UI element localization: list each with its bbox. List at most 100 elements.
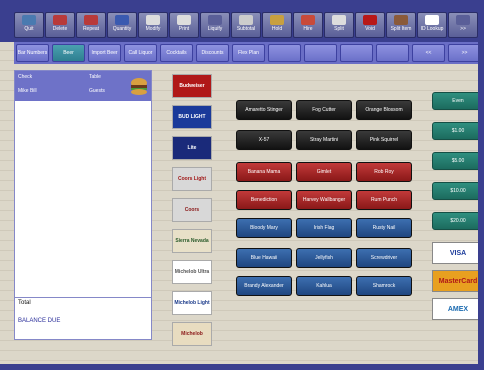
liquify-icon — [208, 15, 222, 25]
card-button[interactable]: VISA — [432, 242, 484, 264]
void-icon — [363, 15, 377, 25]
category-tab[interactable]: Call Liquor — [124, 44, 157, 62]
toolbar-button[interactable]: Modify — [138, 12, 168, 38]
delete-icon — [53, 15, 67, 25]
repeat-icon — [84, 15, 98, 25]
card-button[interactable]: MasterCard — [432, 270, 484, 292]
beer-button[interactable]: Coors — [172, 198, 212, 222]
payment-button[interactable]: $10.00 — [432, 182, 484, 200]
drink-button[interactable]: Fog Cutter — [296, 100, 352, 120]
drink-button[interactable]: Rum Punch — [356, 190, 412, 210]
drink-button[interactable]: Rob Roy — [356, 162, 412, 182]
balance-due-label: BALANCE DUE — [18, 318, 61, 324]
toolbar-button[interactable]: Split Item — [386, 12, 416, 38]
toolbar-button[interactable]: Delete — [45, 12, 75, 38]
category-tab[interactable] — [304, 44, 337, 62]
drink-button[interactable]: Jellyfish — [296, 248, 352, 268]
guests-label: Guests — [89, 88, 105, 94]
card-button[interactable]: AMEX — [432, 298, 484, 320]
category-bar: Bar Numbers Beer Import Beer Call Liquor Coc… — [14, 42, 484, 64]
beer-button[interactable]: Coors Light — [172, 167, 212, 191]
toolbar-button-label: Subtotal — [236, 26, 256, 32]
toolbar-button-label: Quit — [24, 26, 34, 32]
--icon — [456, 15, 470, 25]
split-item-icon — [394, 15, 408, 25]
toolbar-button-label: Repeat — [82, 26, 100, 32]
category-tab[interactable] — [340, 44, 373, 62]
beer-button[interactable]: Sierra Nevada — [172, 229, 212, 253]
drink-button[interactable]: X-57 — [236, 130, 292, 150]
modify-icon — [146, 15, 160, 25]
drink-button[interactable]: Harvey Wallbanger — [296, 190, 352, 210]
beer-button[interactable]: Michelob — [172, 322, 212, 346]
screen-border-right — [478, 0, 484, 370]
category-tab[interactable] — [376, 44, 409, 62]
hire-icon — [301, 15, 315, 25]
drink-button[interactable]: Blue Hawaii — [236, 248, 292, 268]
print-icon — [177, 15, 191, 25]
category-tab[interactable]: Beer — [52, 44, 85, 62]
drink-button[interactable]: Amaretto Stinger — [236, 100, 292, 120]
toolbar-button[interactable]: Repeat — [76, 12, 106, 38]
quantity-icon — [115, 15, 129, 25]
toolbar-button[interactable]: Void — [355, 12, 385, 38]
quit-icon — [22, 15, 36, 25]
category-tab[interactable]: >> — [448, 44, 481, 62]
category-tab[interactable]: Flex Plan — [232, 44, 265, 62]
beer-button[interactable]: Budweiser — [172, 74, 212, 98]
toolbar-button[interactable]: Hold — [262, 12, 292, 38]
toolbar-button[interactable]: >> — [448, 12, 478, 38]
category-tab[interactable]: Cocktails — [160, 44, 193, 62]
totals-area: Total BALANCE DUE — [15, 297, 151, 339]
category-tab[interactable]: << — [412, 44, 445, 62]
toolbar-button[interactable]: Subtotal — [231, 12, 261, 38]
toolbar-button[interactable]: Quit — [14, 12, 44, 38]
toolbar-button[interactable]: ID Lookup — [417, 12, 447, 38]
toolbar-button-label: >> — [460, 26, 466, 32]
drink-button[interactable]: Irish Flag — [296, 218, 352, 238]
drink-button[interactable]: Benediction — [236, 190, 292, 210]
hold-icon — [270, 15, 284, 25]
toolbar-button-label: Hold — [271, 26, 283, 32]
toolbar-button-label: Quantity — [112, 26, 132, 32]
category-tab[interactable] — [268, 44, 301, 62]
toolbar-button[interactable]: Quantity — [107, 12, 137, 38]
screen-border-bottom — [0, 364, 484, 370]
beer-button[interactable]: Michelob Ultra — [172, 260, 212, 284]
toolbar-button[interactable]: Liquify — [200, 12, 230, 38]
toolbar-button-label: Void — [365, 26, 375, 32]
drink-button[interactable]: Bloody Mary — [236, 218, 292, 238]
pos-screen: Quit Delete Repeat Quantity Modify Print Liqui… — [0, 0, 484, 370]
payment-button[interactable]: Even — [432, 92, 484, 110]
drink-button[interactable]: Brandy Alexander — [236, 276, 292, 296]
payment-button[interactable]: $1.00 — [432, 122, 484, 140]
drink-button[interactable]: Shamrock — [356, 276, 412, 296]
category-tab[interactable]: Discounts — [196, 44, 229, 62]
drink-button[interactable]: Orange Blossom — [356, 100, 412, 120]
drink-button[interactable]: Screwdriver — [356, 248, 412, 268]
drink-button[interactable]: Rusty Nail — [356, 218, 412, 238]
drink-button[interactable]: Banana Mama — [236, 162, 292, 182]
payment-button[interactable]: $20.00 — [432, 212, 484, 230]
beer-button[interactable]: Michelob Light — [172, 291, 212, 315]
toolbar-button-label: Hire — [303, 26, 313, 32]
toolbar-button[interactable]: Print — [169, 12, 199, 38]
toolbar-button[interactable]: Split — [324, 12, 354, 38]
check-label: Check — [18, 74, 33, 80]
table-label: Table — [89, 74, 101, 80]
category-tab[interactable]: Import Beer — [88, 44, 121, 62]
payment-button[interactable]: $5.00 — [432, 152, 484, 170]
category-tab[interactable]: Bar Numbers — [16, 44, 49, 62]
drink-button[interactable]: Gimlet — [296, 162, 352, 182]
toolbar: Quit Delete Repeat Quantity Modify Print Liqui… — [0, 0, 484, 42]
food-icon — [131, 78, 147, 95]
beer-button[interactable]: Lite — [172, 136, 212, 160]
order-header: Check Table Mike Bill Guests — [15, 71, 151, 101]
toolbar-button-label: Split — [334, 26, 344, 32]
toolbar-button[interactable]: Hire — [293, 12, 323, 38]
drink-button[interactable]: Kahlua — [296, 276, 352, 296]
drink-button[interactable]: Pink Squirrel — [356, 130, 412, 150]
drink-button[interactable]: Stray Martini — [296, 130, 352, 150]
beer-button[interactable]: BUD LIGHT — [172, 105, 212, 129]
toolbar-button-label: Modify — [145, 26, 161, 32]
